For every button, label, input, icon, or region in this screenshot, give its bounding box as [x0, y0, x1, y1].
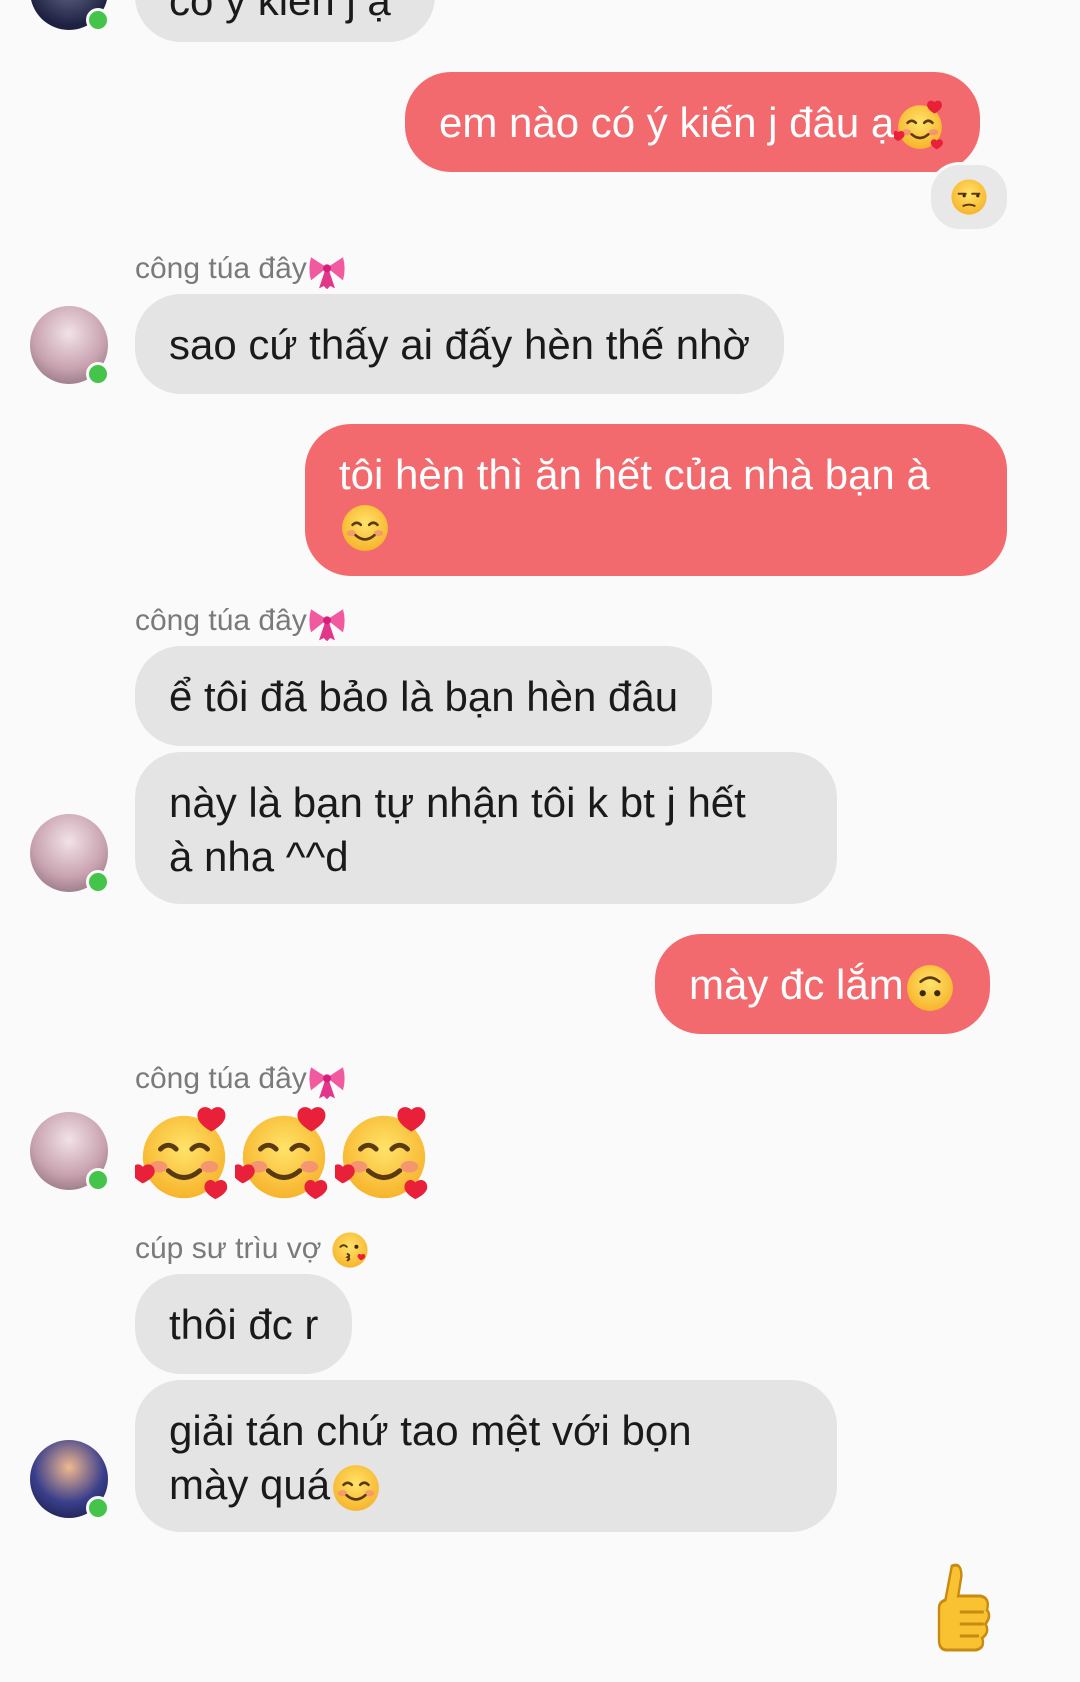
smiling-face-with-hearts-icon	[135, 1106, 233, 1204]
smiling-face-with-smiling-eyes-icon	[339, 502, 391, 554]
message-text: sao cứ thấy ai đấy hèn thế nhờ	[169, 321, 751, 368]
emoji-message[interactable]	[135, 1106, 435, 1206]
message-bubble-incoming-8[interactable]: thôi đc r	[135, 1274, 353, 1374]
smiling-face-with-hearts-icon	[235, 1106, 333, 1204]
ribbon-icon	[307, 1060, 347, 1100]
online-indicator	[86, 870, 110, 894]
sender-name: công túa đây	[135, 1060, 347, 1100]
message-text-line-1: này là bạn tự nhận tôi k bt j hết	[169, 779, 746, 826]
avatar-top[interactable]	[30, 0, 110, 32]
online-indicator	[86, 1496, 110, 1520]
message-text-line-2: à nha ^^d	[169, 833, 349, 880]
sender-name: cúp sư trìu vợ	[135, 1230, 370, 1270]
smiling-face-with-hearts-icon	[894, 100, 946, 152]
sender-name: công túa đây	[135, 602, 347, 642]
message-bubble-outgoing-1[interactable]: em nào có ý kiến j đâu ạ	[405, 72, 981, 172]
online-indicator	[86, 8, 110, 32]
message-bubble-top-partial[interactable]: có ý kiến j ạ	[135, 0, 435, 42]
online-indicator	[86, 362, 110, 386]
message-bubble-incoming-2[interactable]: sao cứ thấy ai đấy hèn thế nhờ	[135, 294, 785, 394]
avatar-cong-tua[interactable]	[30, 306, 110, 386]
message-text-line-2: mày quá	[169, 1461, 331, 1508]
message-text: thôi đc r	[169, 1301, 319, 1348]
message-bubble-incoming-4[interactable]: ể tôi đã bảo là bạn hèn đâu	[135, 646, 713, 746]
message-bubble-incoming-9[interactable]: giải tán chứ tao mệt với bọn mày quá	[135, 1380, 837, 1532]
ribbon-icon	[307, 602, 347, 642]
message-text-line-1: giải tán chứ tao mệt với bọn	[169, 1407, 692, 1454]
message-text: ể tôi đã bảo là bạn hèn đâu	[169, 673, 679, 720]
sender-name: công túa đây	[135, 250, 347, 290]
message-text: mày đc lắm	[689, 961, 904, 1008]
message-text: có ý kiến j ạ	[169, 0, 391, 24]
like-button[interactable]	[915, 1558, 995, 1658]
smiling-face-with-smiling-eyes-icon	[330, 1462, 382, 1514]
message-bubble-outgoing-6[interactable]: mày đc lắm	[655, 934, 990, 1034]
smiling-face-with-hearts-icon	[335, 1106, 433, 1204]
online-indicator	[86, 1168, 110, 1192]
avatar-cong-tua[interactable]	[30, 814, 110, 894]
upside-down-face-icon	[904, 962, 956, 1014]
unamused-face-icon	[949, 177, 989, 217]
avatar-cup-su[interactable]	[30, 1440, 110, 1520]
thumbs-up-icon	[915, 1558, 995, 1658]
message-bubble-incoming-5[interactable]: này là bạn tự nhận tôi k bt j hết à nha …	[135, 752, 837, 904]
message-text: em nào có ý kiến j đâu ạ	[439, 99, 895, 146]
message-bubble-outgoing-3[interactable]: tôi hèn thì ăn hết của nhà bạn à	[305, 424, 1007, 576]
message-text-line-1: tôi hèn thì ăn hết của nhà bạn à	[339, 451, 930, 498]
ribbon-icon	[307, 250, 347, 290]
face-blowing-kiss-icon	[330, 1230, 370, 1270]
reaction-badge[interactable]	[928, 162, 1010, 232]
avatar-cong-tua[interactable]	[30, 1112, 110, 1192]
